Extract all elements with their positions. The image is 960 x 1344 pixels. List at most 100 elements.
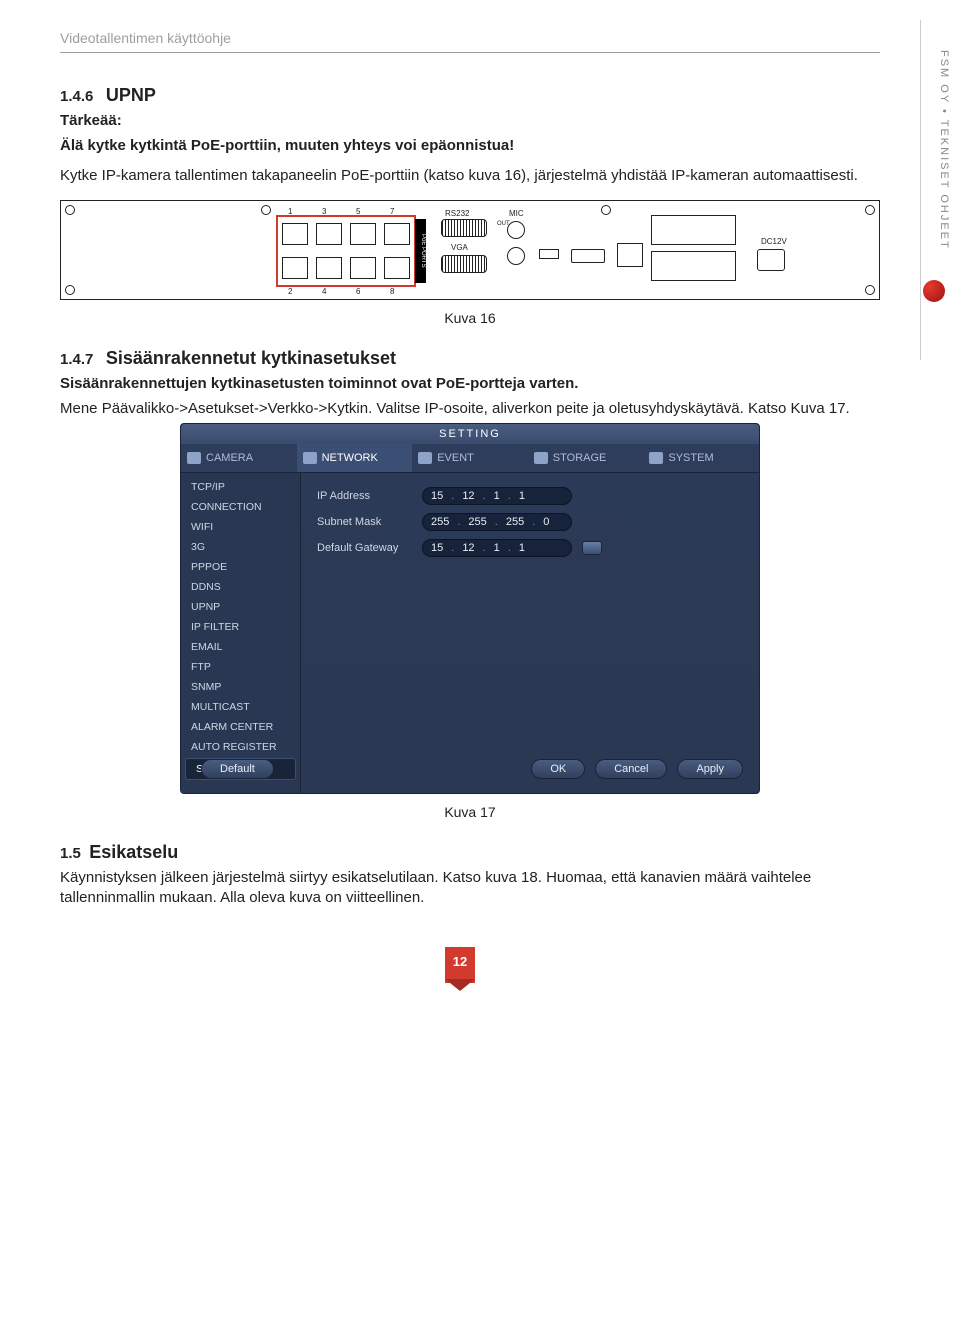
vga-label: VGA [451, 243, 468, 252]
port-num: 8 [390, 287, 394, 296]
section-147-heading: 1.4.7 Sisäänrakennetut kytkinasetukset [60, 346, 880, 370]
keyboard-icon[interactable] [582, 541, 602, 555]
sidebar-item-wifi[interactable]: WIFI [181, 517, 300, 537]
port-num: 6 [356, 287, 360, 296]
ip-label: IP Address [317, 490, 412, 502]
sidebar-item-multicast[interactable]: MULTICAST [181, 697, 300, 717]
event-icon [418, 452, 432, 464]
camera-icon [187, 452, 201, 464]
sidebar-item-autoregister[interactable]: AUTO REGISTER [181, 737, 300, 757]
tab-label: EVENT [437, 452, 474, 464]
sidebar-item-tcpip[interactable]: TCP/IP [181, 477, 300, 497]
vga-block: RS232 VGA [439, 213, 494, 289]
storage-icon [534, 452, 548, 464]
ip-octet: 255 [468, 516, 486, 528]
audio-out-port [507, 247, 525, 265]
default-button[interactable]: Default [201, 759, 274, 779]
tab-label: STORAGE [553, 452, 607, 464]
ip-input[interactable]: 15. 12. 1. 1 [422, 487, 572, 505]
sidebar-item-upnp[interactable]: UPNP [181, 597, 300, 617]
port-num: 5 [356, 207, 360, 216]
port-num: 3 [322, 207, 326, 216]
system-icon [649, 452, 663, 464]
sidebar-item-snmp[interactable]: SNMP [181, 677, 300, 697]
tab-camera[interactable]: CAMERA [181, 444, 297, 472]
side-brand-tab: FSM OY • TEKNISET OHJEET [920, 20, 950, 360]
sidebar-item-alarmcenter[interactable]: ALARM CENTER [181, 717, 300, 737]
tab-row: CAMERA NETWORK EVENT STORAGE SYSTEM [181, 444, 759, 473]
ip-octet: 15 [431, 542, 443, 554]
tab-label: CAMERA [206, 452, 253, 464]
usb-port [539, 249, 559, 259]
section-num: 1.4.7 [60, 351, 93, 368]
tab-system[interactable]: SYSTEM [643, 444, 759, 472]
sidebar-item-connection[interactable]: CONNECTION [181, 497, 300, 517]
power-socket [757, 249, 785, 271]
rear-panel-figure: 1 3 5 7 2 4 6 8 PoE PORTS RS232 VGA MIC … [60, 200, 880, 300]
ip-octet: 1 [519, 542, 525, 554]
sidebar-item-ipfilter[interactable]: IP FILTER [181, 617, 300, 637]
settings-dialog: SETTING CAMERA NETWORK EVENT STORAGE SYS… [180, 423, 760, 794]
settings-title: SETTING [181, 424, 759, 444]
section-15-heading: 1.5 Esikatselu [60, 840, 880, 864]
settings-sidebar: TCP/IP CONNECTION WIFI 3G PPPOE DDNS UPN… [181, 473, 301, 793]
ip-octet: 12 [462, 490, 474, 502]
sidebar-item-pppoe[interactable]: PPPOE [181, 557, 300, 577]
cancel-button[interactable]: Cancel [595, 759, 667, 779]
gw-label: Default Gateway [317, 542, 412, 554]
poe-label: PoE PORTS [415, 219, 426, 283]
sidebar-item-email[interactable]: EMAIL [181, 637, 300, 657]
sidebar-item-ftp[interactable]: FTP [181, 657, 300, 677]
tab-event[interactable]: EVENT [412, 444, 528, 472]
ip-octet: 1 [519, 490, 525, 502]
tab-network[interactable]: NETWORK [297, 444, 413, 472]
ip-octet: 255 [506, 516, 524, 528]
section-num: 1.4.6 [60, 88, 93, 105]
mask-input[interactable]: 255. 255. 255. 0 [422, 513, 572, 531]
doc-header: Videotallentimen käyttöohje [60, 30, 880, 53]
vga-port [441, 255, 487, 273]
ip-octet: 12 [462, 542, 474, 554]
settings-form: IP Address 15. 12. 1. 1 Subnet Mask 255.… [301, 473, 618, 793]
ip-octet: 1 [494, 490, 500, 502]
section-num: 1.5 [60, 845, 81, 862]
ip-octet: 255 [431, 516, 449, 528]
side-brand-dot [923, 280, 945, 302]
poe-block: 1 3 5 7 2 4 6 8 [276, 215, 416, 287]
port-num: 7 [390, 207, 394, 216]
ip-octet: 0 [543, 516, 549, 528]
terminal-block-top [651, 215, 736, 245]
mic-label: MIC [509, 209, 524, 218]
section-title: UPNP [106, 85, 156, 105]
button-row: Default OK Cancel Apply [181, 759, 759, 779]
rs232-port [441, 219, 487, 237]
section-146-body: Kytke IP-kamera tallentimen takapaneelin… [60, 166, 880, 186]
important-text: Älä kytke kytkintä PoE-porttiin, muuten … [60, 136, 880, 156]
tab-storage[interactable]: STORAGE [528, 444, 644, 472]
port-num: 2 [288, 287, 292, 296]
port-num: 4 [322, 287, 326, 296]
important-label: Tärkeää: [60, 111, 880, 131]
figure-16-caption: Kuva 16 [60, 310, 880, 326]
page: FSM OY • TEKNISET OHJEET Videotallentime… [0, 0, 920, 1033]
port-num: 1 [288, 207, 292, 216]
out-label: OUT [497, 221, 510, 227]
hdmi-port [571, 249, 605, 263]
sidebar-item-ddns[interactable]: DDNS [181, 577, 300, 597]
ip-octet: 15 [431, 490, 443, 502]
apply-button[interactable]: Apply [677, 759, 743, 779]
ok-button[interactable]: OK [531, 759, 585, 779]
section-15-body: Käynnistyksen jälkeen järjestelmä siirty… [60, 868, 880, 909]
mask-label: Subnet Mask [317, 516, 412, 528]
page-number-badge: 12 [445, 947, 475, 983]
lan-port [617, 243, 643, 267]
gw-input[interactable]: 15. 12. 1. 1 [422, 539, 572, 557]
figure-17-caption: Kuva 17 [60, 804, 880, 820]
tab-label: NETWORK [322, 452, 378, 464]
sidebar-item-3g[interactable]: 3G [181, 537, 300, 557]
section-title: Esikatselu [89, 842, 178, 862]
section-146-heading: 1.4.6 UPNP [60, 83, 880, 107]
terminal-block-bottom [651, 251, 736, 281]
ip-octet: 1 [494, 542, 500, 554]
section-147-line2: Mene Päävalikko->Asetukset->Verkko->Kytk… [60, 399, 880, 419]
